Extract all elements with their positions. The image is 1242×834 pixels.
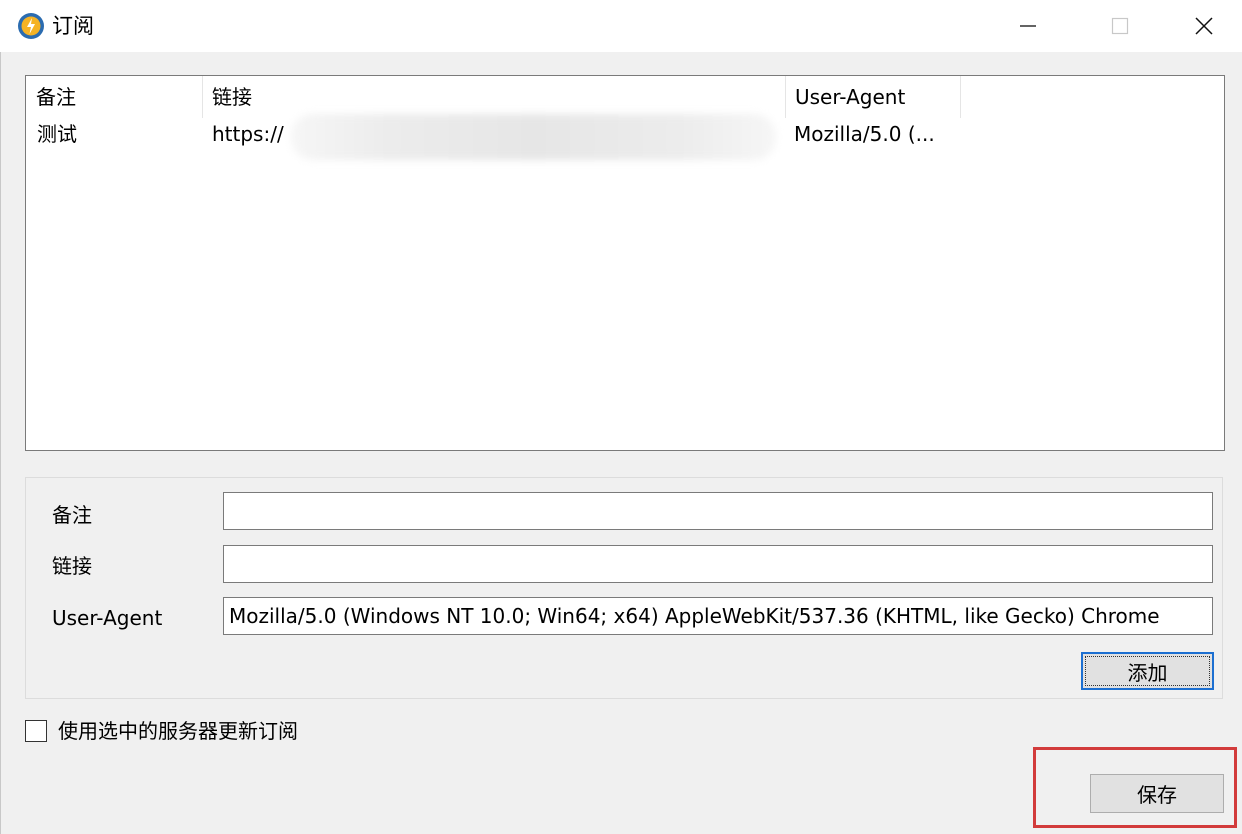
close-icon <box>1195 17 1213 35</box>
add-button-label: 添加 <box>1127 660 1168 685</box>
subscription-list[interactable]: 备注 链接 User-Agent 测试 https:// Mozilla/5.0… <box>25 75 1225 451</box>
column-header-user-agent[interactable]: User-Agent <box>785 76 960 118</box>
close-button[interactable] <box>1166 0 1242 52</box>
row-link: https:// <box>212 122 284 146</box>
minimize-button[interactable] <box>990 0 1066 52</box>
update-with-selected-server-checkbox[interactable] <box>25 720 47 742</box>
app-logo-icon <box>18 13 44 39</box>
title-bar: 订阅 <box>0 0 1242 52</box>
window-title: 订阅 <box>52 14 94 38</box>
minimize-icon <box>1020 25 1036 27</box>
column-header-note[interactable]: 备注 <box>26 76 202 118</box>
save-button-label: 保存 <box>1137 783 1177 807</box>
update-with-selected-server-label[interactable]: 使用选中的服务器更新订阅 <box>58 715 298 747</box>
user-agent-input[interactable] <box>223 597 1213 635</box>
redacted-link <box>291 114 776 160</box>
maximize-button <box>1082 0 1158 52</box>
link-label: 链接 <box>52 554 92 578</box>
row-note: 测试 <box>37 122 77 146</box>
user-agent-label: User-Agent <box>52 606 163 630</box>
column-separator[interactable] <box>960 76 961 118</box>
link-input[interactable] <box>223 545 1213 583</box>
note-label: 备注 <box>52 503 92 527</box>
window-border <box>0 52 1 834</box>
maximize-icon <box>1111 17 1129 35</box>
save-button[interactable]: 保存 <box>1090 774 1224 813</box>
note-input[interactable] <box>223 492 1213 530</box>
add-button[interactable]: 添加 <box>1081 652 1214 690</box>
row-user-agent: Mozilla/5.0 (... <box>794 122 935 146</box>
column-header-link[interactable]: 链接 <box>202 76 785 118</box>
